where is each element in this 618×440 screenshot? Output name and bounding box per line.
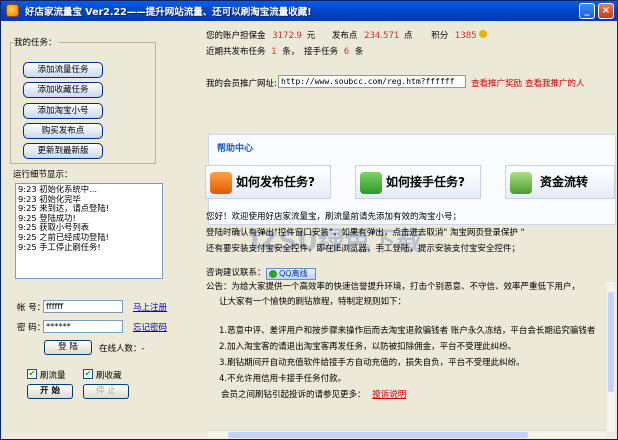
close-button[interactable]: × [598,3,614,19]
complaint-text: 会员之间刷钻引起投诉的请参见更多： [221,390,366,400]
rule-2: 2.加入淘宝客的请退出淘宝客再发任务，以防被扣除佣金，平台不受理此纠纷。 [219,342,517,352]
log-line: 9:25 来到达，请点登陆! [18,204,109,214]
complaint-link[interactable]: 投诉说明 [372,390,406,400]
contact-label: 咨询建议联系： [206,268,266,278]
help-center-title: 帮助中心 [217,144,254,154]
view-referrals-link[interactable]: 查看我推广的人 [525,77,585,89]
update-version-button[interactable]: 更新到最新版 [23,143,103,159]
minimize-button[interactable]: _ [579,3,595,19]
task-count-row: 近期共发布任务 1 条， 接手任务 6 条 [206,45,363,57]
my-tasks-group: 我的任务： 添加流量任务 添加收藏任务 添加淘宝小号 购买发布点 更新到最新版 [10,36,156,164]
qq-icon [269,270,277,278]
brush-traffic-checkbox[interactable]: ✔ [27,369,37,379]
password-label: 密 码： [17,323,46,333]
log-line: 9:25 之前已经成功登陆! [18,232,109,242]
add-traffic-task-button[interactable]: 添加流量任务 [23,62,103,78]
score-value: 1385 [454,31,477,41]
announcement-line-1: 公告：为给大家提供一个高效率的快速信誉提升环境，打击个别恶意、不守信、效率严重低… [206,282,581,292]
rule-3: 3.刷钻期间开自动充值软件给接手方自动充值的，损失自负，平台不受理此纠纷。 [219,358,525,368]
rule-1: 1.恶意中评、差评用户和按步骤来操作后而去淘宝退款骗钱者 账户永久冻结，平台会长… [219,326,596,336]
fund-flow-button[interactable]: 资金流转 [505,165,615,199]
points-unit: 点 [403,31,413,41]
log-line: 9:23 初始化完毕 [18,194,81,204]
published-label: 近期共发布任务 [206,47,266,57]
deposit-value: 3172.9 [272,31,302,41]
rss-icon [210,172,232,194]
notice-line-2: 登陆时确认有弹出"控件窗口安装"，如果有弹出，点击进去取消" 淘宝网页登录保护 … [206,228,525,238]
fund-flow-label: 资金流转 [540,175,589,189]
log-line: 9:23 初始化系统中... [18,185,97,194]
app-window: 好店家流量宝 Ver2.22——提升网站流量、还可以刷淘宝流量收藏! _ × 我… [0,0,618,440]
window-title: 好店家流量宝 Ver2.22——提升网站流量、还可以刷淘宝流量收藏! [25,7,312,18]
vertical-scroll-thumb[interactable] [608,292,614,392]
account-label: 帐 号： [17,303,46,313]
promo-url-label: 我的会员推广网址: [206,79,277,89]
log-label: 运行细节显示： [13,170,73,180]
log-line: 9:25 获取小号列表 [18,223,90,233]
brush-favorites-label: 刷收藏 [96,371,122,381]
horizontal-scroll-thumb[interactable] [228,432,528,438]
stop-button[interactable]: 停 止 [83,384,129,399]
received-unit: 条 [354,47,364,57]
password-input[interactable]: ****** [43,320,123,333]
received-label: 接手任务 [304,47,339,57]
login-button[interactable]: 登 陆 [44,340,92,355]
forgot-password-link[interactable]: 忘记密码 [133,321,167,333]
online-count-label: 在线人数：- [99,344,145,354]
my-tasks-legend: 我的任务： [14,38,57,48]
how-to-receive-button[interactable]: 如何接手任务? [355,165,481,199]
received-count: 6 [343,47,350,57]
brush-favorites-checkbox[interactable]: ✔ [83,369,93,379]
client-area: 我的任务： 添加流量任务 添加收藏任务 添加淘宝小号 购买发布点 更新到最新版 … [3,22,616,438]
view-reward-link[interactable]: 查看推广奖励 [471,77,522,89]
start-button[interactable]: 开 始 [27,384,73,399]
points-value: 234.571 [364,31,400,41]
announcement-line-2: 让大家有一个愉快的刷钻旅程，特制定规则如下： [219,297,407,307]
title-bar[interactable]: 好店家流量宝 Ver2.22——提升网站流量、还可以刷淘宝流量收藏! _ × [1,1,617,21]
deposit-label: 您的账户担保金 [206,31,266,41]
how-to-publish-label: 如何发布任务? [236,175,315,189]
log-line: 9:25 登陆成功! [18,213,76,223]
account-input[interactable]: ffffff [43,300,123,313]
how-to-receive-label: 如何接手任务? [386,175,465,189]
deposit-unit: 元 [306,31,316,41]
notice-line-3: 还有要安装支付宝安全控件，即在IE浏览器，手工登陆，提示安装支付宝安全控件； [206,244,520,254]
published-count: 1 [271,47,277,57]
register-link[interactable]: 马上注册 [133,301,167,313]
qq-offline-badge[interactable]: QQ离线 [266,268,316,280]
score-label: 积分 [431,31,449,41]
add-taobao-account-button[interactable]: 添加淘宝小号 [23,103,103,119]
rule-4: 4.不允许用信用卡接手任务付款。 [219,374,347,384]
vertical-scrollbar[interactable] [607,282,615,432]
download-arrow-icon [360,172,382,194]
crown-icon [479,30,488,38]
qq-offline-label: QQ离线 [279,269,308,278]
account-stats-row: 您的账户担保金 3172.9 元 发布点 234.571 点 积分 1385 [206,29,488,41]
add-favorite-task-button[interactable]: 添加收藏任务 [23,82,103,98]
horizontal-scrollbar[interactable] [208,430,607,438]
log-list[interactable]: 9:23 初始化系统中... 9:23 初始化完毕 9:25 来到达，请点登陆!… [15,183,163,279]
brush-traffic-label: 刷流量 [40,371,66,381]
points-label: 发布点 [331,31,358,41]
buy-points-button[interactable]: 购买发布点 [23,123,103,139]
notice-line-1: 您好！欢迎使用好店家流量宝，刷流量前请先添加有效的淘宝小号； [206,212,462,222]
app-logo-icon [6,4,19,17]
log-line: 9:25 手工停止刷任务! [18,242,101,252]
promo-url-input[interactable]: http://www.soubcc.com/reg.htm?ffffff [278,75,466,88]
money-icon [510,172,532,194]
published-unit: 条， [282,47,300,57]
how-to-publish-button[interactable]: 如何发布任务? [205,165,331,199]
complaint-row: 会员之间刷钻引起投诉的请参见更多： 投诉说明 [221,390,406,401]
